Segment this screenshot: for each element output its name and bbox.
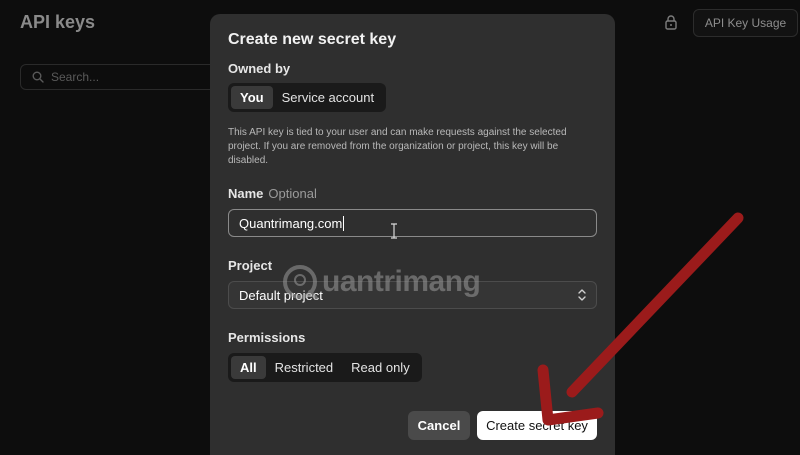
permission-option-all[interactable]: All — [231, 356, 266, 379]
name-label: Name Optional — [228, 186, 317, 201]
cancel-button[interactable]: Cancel — [408, 411, 470, 440]
permission-option-read-only[interactable]: Read only — [342, 356, 419, 379]
select-chevrons-icon — [578, 289, 586, 301]
name-input[interactable]: Quantrimang.com — [228, 209, 597, 237]
name-input-value: Quantrimang.com — [239, 215, 343, 231]
owner-description: This API key is tied to your user and ca… — [228, 127, 567, 166]
permission-option-restricted[interactable]: Restricted — [266, 356, 343, 379]
owner-toggle: You Service account — [228, 83, 387, 112]
search-placeholder: Search... — [51, 70, 100, 84]
create-secret-key-button[interactable]: Create secret key — [477, 411, 597, 440]
search-box[interactable]: Search... — [20, 64, 230, 90]
search-icon — [32, 71, 44, 83]
permissions-label: Permissions — [228, 330, 306, 345]
owner-option-you[interactable]: You — [231, 86, 273, 109]
dialog-title: Create new secret key — [228, 31, 397, 48]
text-cursor-icon — [391, 223, 397, 239]
project-label: Project — [228, 258, 273, 273]
page: API keys Search... API Key Usage Create … — [0, 0, 800, 455]
text-caret — [343, 215, 345, 231]
create-secret-key-dialog: Create new secret key Owned by You Servi… — [210, 14, 615, 455]
project-select[interactable]: Default project — [228, 281, 597, 309]
lock-icon[interactable] — [663, 14, 679, 30]
project-select-value: Default project — [239, 287, 323, 303]
name-label-text: Name — [228, 186, 264, 201]
permissions-toggle: All Restricted Read only — [228, 353, 422, 382]
api-key-usage-button[interactable]: API Key Usage — [693, 9, 798, 37]
owned-by-label: Owned by — [228, 61, 291, 76]
owner-option-service-account[interactable]: Service account — [273, 86, 384, 109]
name-optional-text: Optional — [268, 186, 317, 201]
page-title: API keys — [20, 12, 96, 32]
